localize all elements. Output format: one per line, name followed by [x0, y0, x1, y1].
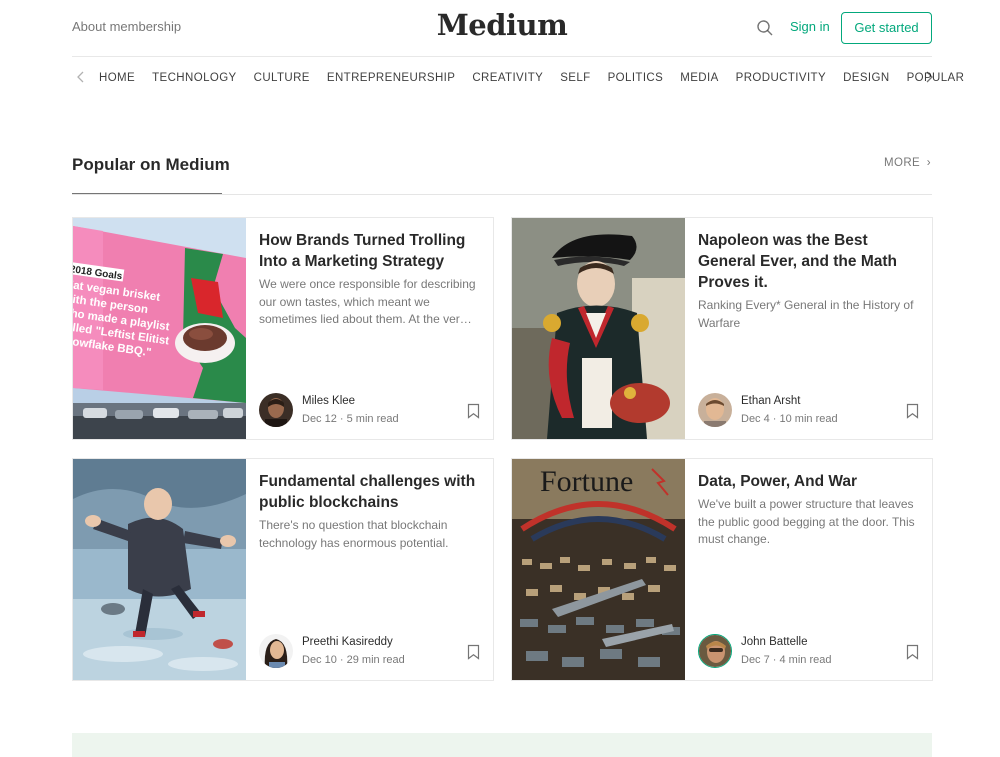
story-meta: Dec 7 · 4 min read — [741, 654, 832, 666]
author-name[interactable]: Preethi Kasireddy — [302, 636, 393, 648]
bookmark-icon[interactable] — [467, 644, 480, 660]
author-name[interactable]: Ethan Arsht — [741, 395, 800, 407]
story-image-fortune-cover[interactable]: Fortune — [512, 459, 685, 680]
story-subtitle[interactable]: There's no question that blockchain tech… — [259, 517, 485, 552]
story-image-napoleon[interactable] — [512, 218, 685, 439]
section-title: Popular on Medium — [72, 155, 230, 174]
nav-item-entrepreneurship[interactable]: ENTREPRENEURSHIP — [327, 72, 455, 84]
nav-item-politics[interactable]: POLITICS — [608, 72, 664, 84]
chevron-left-icon[interactable] — [74, 70, 88, 84]
nav-item-home[interactable]: HOME — [99, 72, 135, 84]
author-avatar[interactable] — [259, 634, 293, 668]
story-meta: Dec 4 · 10 min read — [741, 413, 838, 425]
story-card[interactable]: Napoleon was the Best General Ever, and … — [511, 217, 933, 440]
magazine-masthead: Fortune — [540, 465, 633, 498]
bookmark-icon[interactable] — [467, 403, 480, 419]
story-image-cartoon[interactable] — [73, 459, 246, 680]
nav-item-creativity[interactable]: CREATIVITY — [472, 72, 543, 84]
story-card[interactable]: Fortune Data, Power, And War We've built… — [511, 458, 933, 681]
story-card[interactable]: 2018 Goals Eat vegan brisket with the pe… — [72, 217, 494, 440]
story-subtitle[interactable]: We were once responsible for describing … — [259, 276, 485, 329]
nav-item-self[interactable]: SELF — [560, 72, 590, 84]
story-card[interactable]: Fundamental challenges with public block… — [72, 458, 494, 681]
story-meta: Dec 10 · 29 min read — [302, 654, 405, 666]
bookmark-icon[interactable] — [906, 644, 919, 660]
nav-item-productivity[interactable]: PRODUCTIVITY — [736, 72, 826, 84]
nav-item-design[interactable]: DESIGN — [843, 72, 890, 84]
author-name[interactable]: Miles Klee — [302, 395, 355, 407]
site-header: About membership Medium Sign in Get star… — [72, 0, 932, 57]
author-avatar[interactable] — [698, 393, 732, 427]
chevron-right-icon[interactable] — [922, 70, 936, 84]
nav-item-culture[interactable]: CULTURE — [254, 72, 310, 84]
story-image-billboard[interactable]: 2018 Goals Eat vegan brisket with the pe… — [73, 218, 246, 439]
author-name[interactable]: John Battelle — [741, 636, 808, 648]
story-meta: Dec 12 · 5 min read — [302, 413, 399, 425]
bookmark-icon[interactable] — [906, 403, 919, 419]
search-icon[interactable] — [756, 19, 774, 37]
author-avatar[interactable] — [698, 634, 732, 668]
nav-item-technology[interactable]: TECHNOLOGY — [152, 72, 237, 84]
story-title[interactable]: How Brands Turned Trolling Into a Market… — [259, 230, 481, 272]
story-subtitle[interactable]: Ranking Every* General in the History of… — [698, 297, 924, 332]
section-divider — [72, 194, 932, 195]
get-started-button[interactable]: Get started — [841, 12, 932, 44]
nav-item-media[interactable]: MEDIA — [680, 72, 718, 84]
author-avatar[interactable] — [259, 393, 293, 427]
sign-in-link[interactable]: Sign in — [790, 19, 830, 34]
story-title[interactable]: Fundamental challenges with public block… — [259, 471, 481, 513]
story-subtitle[interactable]: We've built a power structure that leave… — [698, 496, 924, 549]
chevron-right-icon: › — [926, 157, 931, 169]
membership-banner — [72, 733, 932, 757]
story-title[interactable]: Data, Power, And War — [698, 471, 920, 492]
story-title[interactable]: Napoleon was the Best General Ever, and … — [698, 230, 920, 293]
topic-nav: HOME TECHNOLOGY CULTURE ENTREPRENEURSHIP CRE… — [72, 57, 964, 99]
nav-items: HOME TECHNOLOGY CULTURE ENTREPRENEURSHIP CRE… — [99, 72, 981, 84]
section-title-underline — [72, 193, 222, 194]
more-link[interactable]: MORE › — [884, 157, 931, 169]
more-label: MORE — [884, 157, 921, 169]
